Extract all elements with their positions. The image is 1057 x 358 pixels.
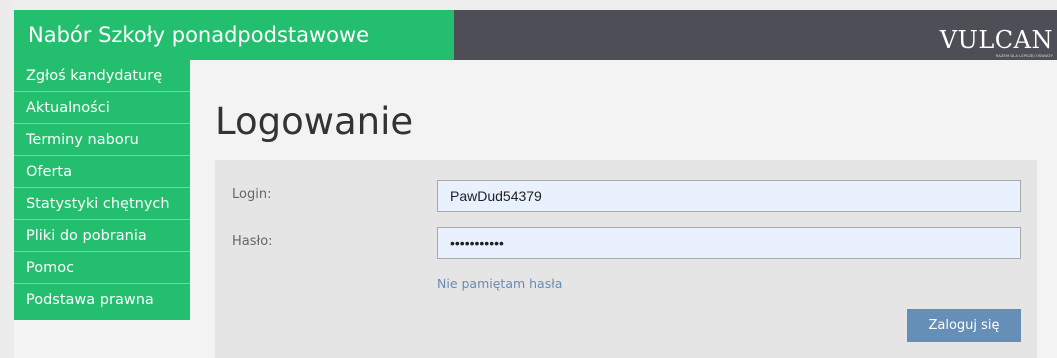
sidebar-item-oferta[interactable]: Oferta <box>14 156 190 188</box>
sidebar-item-pliki-do-pobrania[interactable]: Pliki do pobrania <box>14 220 190 252</box>
logo-text: VULCAN <box>939 26 1053 54</box>
forgot-password-link[interactable]: Nie pamiętam hasła <box>437 276 562 291</box>
vulcan-logo[interactable]: VULCAN RAZEM DLA LEPSZEJ OŚWIATY <box>940 20 1057 60</box>
app-header-title: Nabór Szkoły ponadpodstawowe <box>14 10 454 60</box>
sidebar-item-statystyki-chetnych[interactable]: Statystyki chętnych <box>14 188 190 220</box>
sidebar-item-zglos-kandydature[interactable]: Zgłoś kandydaturę <box>14 60 190 92</box>
login-button[interactable]: Zaloguj się <box>907 309 1021 342</box>
login-input[interactable] <box>437 180 1021 212</box>
password-input[interactable] <box>437 227 1021 259</box>
header-bar: VULCAN RAZEM DLA LEPSZEJ OŚWIATY <box>454 10 1057 60</box>
sidebar-item-terminy-naboru[interactable]: Terminy naboru <box>14 124 190 156</box>
sidebar-nav: Zgłoś kandydaturę Aktualności Terminy na… <box>14 60 190 320</box>
sidebar-item-aktualnosci[interactable]: Aktualności <box>14 92 190 124</box>
top-strip <box>0 0 1057 10</box>
password-label: Hasło: <box>232 234 273 249</box>
login-label: Login: <box>232 187 272 202</box>
sidebar-item-podstawa-prawna[interactable]: Podstawa prawna <box>14 284 190 316</box>
logo-tagline: RAZEM DLA LEPSZEJ OŚWIATY <box>995 53 1053 58</box>
page-title: Logowanie <box>215 100 414 143</box>
left-strip <box>0 0 14 358</box>
sidebar-item-pomoc[interactable]: Pomoc <box>14 252 190 284</box>
